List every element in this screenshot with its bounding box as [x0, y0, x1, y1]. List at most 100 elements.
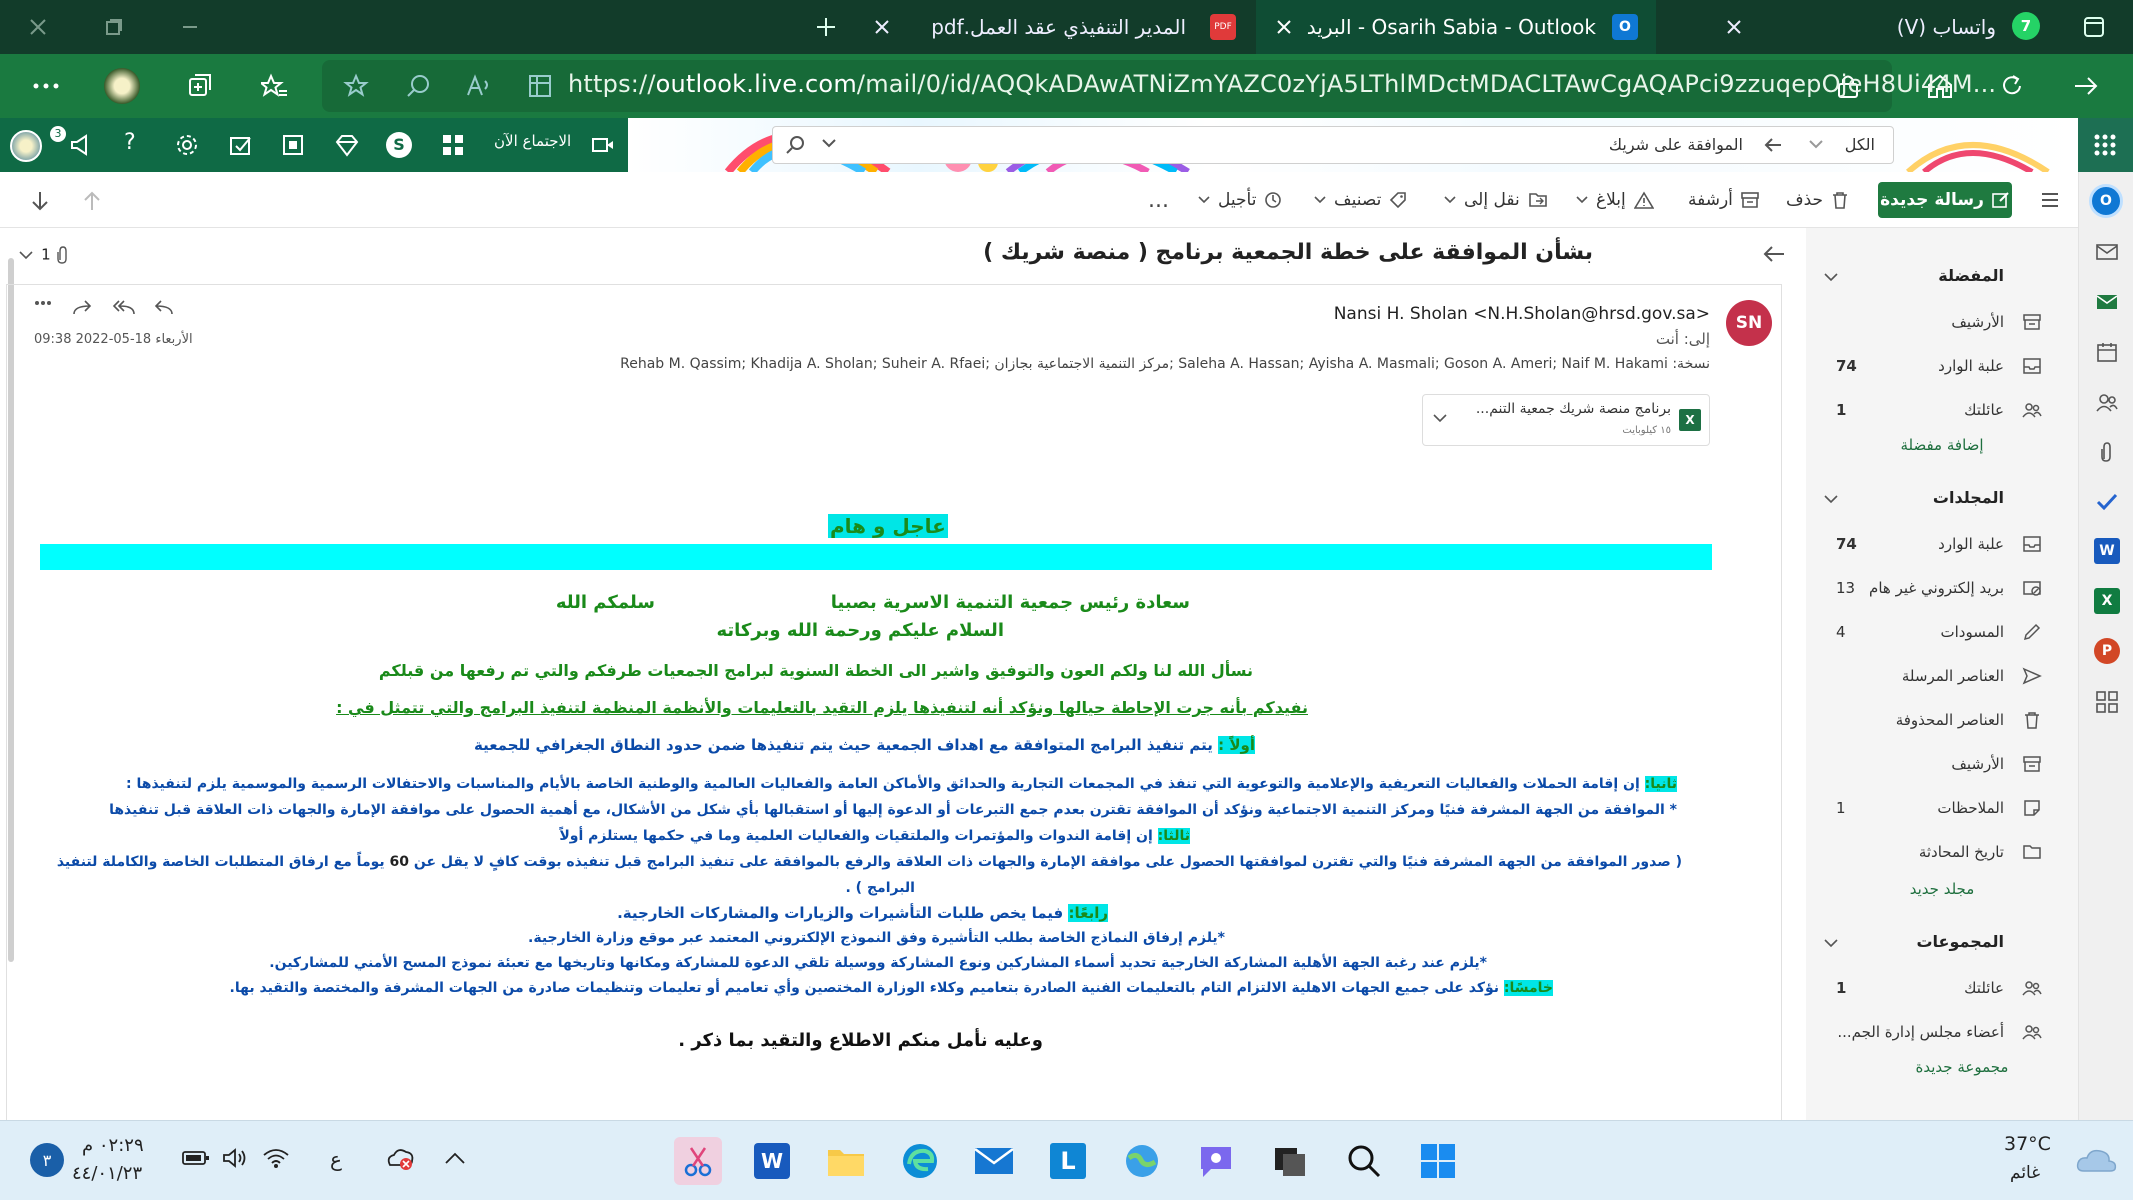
calendar-icon[interactable] — [2093, 338, 2121, 366]
search-input[interactable]: الموافقة على شريك الكل — [772, 126, 1894, 164]
report-button[interactable]: إبلاغ — [1576, 172, 1654, 228]
notification-center-badge[interactable]: ٣ — [30, 1143, 64, 1177]
edge-browser-icon[interactable] — [896, 1137, 944, 1185]
forward-message-icon[interactable] — [72, 300, 94, 316]
favorite-item-family[interactable]: عائلتك 1 — [1806, 390, 2078, 430]
folder-item-junk[interactable]: بريد إلكتروني غير هام 13 — [1806, 568, 2078, 608]
word-taskbar-icon[interactable]: W — [748, 1137, 796, 1185]
forward-icon[interactable] — [2066, 66, 2106, 106]
attach-icon[interactable] — [2093, 438, 2121, 466]
window-close-icon[interactable] — [20, 9, 56, 45]
weather-condition[interactable]: غائم — [2010, 1163, 2040, 1183]
folder-item-deleted[interactable]: العناصر المحذوفة — [1806, 700, 2078, 740]
window-restore-icon[interactable] — [96, 9, 132, 45]
outlook-app-icon[interactable]: O — [2089, 184, 2123, 218]
meet-now-button[interactable]: الاجتماع الآن — [494, 132, 571, 150]
snooze-button[interactable]: تأجيل — [1198, 172, 1282, 228]
close-tab-icon[interactable] — [868, 13, 896, 41]
todo-check-icon[interactable] — [2093, 488, 2121, 516]
folder-item-sent[interactable]: العناصر المرسلة — [1806, 656, 2078, 696]
weather-temp[interactable]: 37°C — [2004, 1133, 2051, 1155]
folder-item-notes[interactable]: الملاحظات 1 — [1806, 788, 2078, 828]
url-text[interactable]: https://outlook.live.com/mail/0/id/AQQkA… — [568, 70, 1996, 98]
search-icon[interactable] — [785, 135, 805, 155]
sender-avatar[interactable]: SN — [1726, 300, 1772, 346]
move-to-button[interactable]: نقل إلى — [1444, 172, 1548, 228]
tab-outlook[interactable]: Osarih Sabia - Outlook - البريد O — [1256, 0, 1656, 54]
group-item-board[interactable]: أعضاء مجلس إدارة الجم... — [1806, 1012, 2078, 1052]
wifi-icon[interactable] — [262, 1147, 290, 1169]
collections-icon[interactable] — [180, 66, 220, 106]
folder-item-drafts[interactable]: المسودات 4 — [1806, 612, 2078, 652]
attachment-counter[interactable]: 1 — [18, 244, 68, 264]
reply-icon[interactable] — [152, 300, 174, 316]
office-icon[interactable] — [280, 132, 306, 158]
favorites-header[interactable]: المفضلة — [1806, 256, 2078, 296]
favorite-item-inbox[interactable]: علبة الوارد 74 — [1806, 346, 2078, 386]
archive-button[interactable]: أرشفة — [1688, 172, 1759, 228]
snipping-tool-icon[interactable] — [674, 1137, 722, 1185]
new-folder-link[interactable]: مجلد جديد — [1806, 870, 2078, 898]
delete-button[interactable]: حذف — [1786, 172, 1849, 228]
refresh-icon[interactable] — [1992, 66, 2032, 106]
account-avatar[interactable] — [10, 130, 42, 162]
close-tab-icon[interactable] — [1720, 13, 1748, 41]
skype-icon[interactable]: S — [386, 132, 412, 158]
maps-app-icon[interactable] — [1118, 1137, 1166, 1185]
close-tab-icon[interactable] — [1270, 13, 1298, 41]
battery-icon[interactable] — [182, 1149, 210, 1167]
file-explorer-icon[interactable] — [822, 1137, 870, 1185]
show-hidden-icons-chevron[interactable] — [444, 1151, 466, 1165]
more-message-actions-icon[interactable] — [34, 300, 52, 306]
tab-actions-icon[interactable] — [2076, 9, 2112, 45]
settings-gear-icon[interactable] — [174, 132, 200, 158]
excel-app-icon[interactable]: X — [2094, 588, 2120, 614]
cloud-weather-icon[interactable] — [2076, 1145, 2118, 1175]
word-app-icon[interactable]: W — [2094, 538, 2120, 564]
megaphone-icon[interactable] — [68, 132, 94, 158]
sender-name[interactable]: Nansi H. Sholan <N.H.Sholan@hrsd.gov.sa> — [1334, 304, 1710, 324]
premium-diamond-icon[interactable] — [334, 132, 360, 158]
security-alert-icon[interactable] — [386, 1147, 416, 1171]
search-taskbar-icon[interactable] — [1340, 1137, 1388, 1185]
folder-item-conversation-history[interactable]: تاريخ المحادثة — [1806, 832, 2078, 872]
window-minimize-icon[interactable] — [172, 9, 208, 45]
video-icon[interactable] — [592, 136, 614, 154]
new-group-link[interactable]: مجموعة جديدة — [1806, 1048, 2078, 1076]
input-language[interactable]: ع — [330, 1147, 342, 1171]
previous-message-icon[interactable] — [82, 190, 102, 212]
new-tab-icon[interactable] — [808, 9, 844, 45]
mail-active-icon[interactable] — [2093, 288, 2121, 316]
search-query[interactable]: الموافقة على شريك — [1609, 135, 1743, 154]
favorites-icon[interactable] — [254, 66, 294, 106]
help-icon[interactable]: ? — [124, 130, 136, 155]
categorize-button[interactable]: تصنيف — [1314, 172, 1407, 228]
scope-chevron-icon[interactable] — [1809, 139, 1823, 149]
group-item-family[interactable]: عائلتك 1 — [1806, 968, 2078, 1008]
reply-all-icon[interactable] — [112, 300, 136, 316]
clock-time[interactable]: ٠٢:٢٩ م — [82, 1135, 144, 1156]
powerpoint-app-icon[interactable]: P — [2094, 638, 2120, 664]
add-favorite-icon[interactable] — [336, 66, 376, 106]
more-actions-button[interactable]: ... — [1148, 172, 1169, 228]
mail-app-icon[interactable] — [970, 1137, 1018, 1185]
task-view-icon[interactable] — [1266, 1137, 1314, 1185]
attachment-chevron-icon[interactable] — [1433, 413, 1447, 423]
clock-date[interactable]: ٤٤/٠١/٢٣ — [72, 1163, 142, 1184]
tab-pdf-document[interactable]: المدير التنفيذي عقد العمل.pdf PDF — [868, 0, 1256, 54]
folder-item-archive[interactable]: الأرشيف — [1806, 744, 2078, 784]
back-arrow-icon[interactable] — [1762, 244, 1786, 264]
read-aloud-icon[interactable] — [458, 66, 498, 106]
tab-whatsapp[interactable]: واتساب (V) 7 — [1720, 0, 2040, 54]
attachment-card[interactable]: X برنامج منصة شريك جمعية التنم... ١٥ كيل… — [1422, 394, 1710, 446]
profile-avatar[interactable] — [102, 66, 142, 106]
folder-item-inbox[interactable]: علبة الوارد 74 — [1806, 524, 2078, 564]
my-day-icon[interactable] — [228, 132, 254, 158]
add-favorite-link[interactable]: إضافة مفضلة — [1806, 426, 2078, 454]
mail-icon[interactable] — [2093, 238, 2121, 266]
zoom-icon[interactable] — [398, 66, 438, 106]
l-app-icon[interactable]: L — [1044, 1137, 1092, 1185]
apps-grid-icon[interactable] — [440, 132, 466, 158]
favorite-item-archive[interactable]: الأرشيف — [1806, 302, 2078, 342]
people-icon[interactable] — [2093, 388, 2121, 416]
